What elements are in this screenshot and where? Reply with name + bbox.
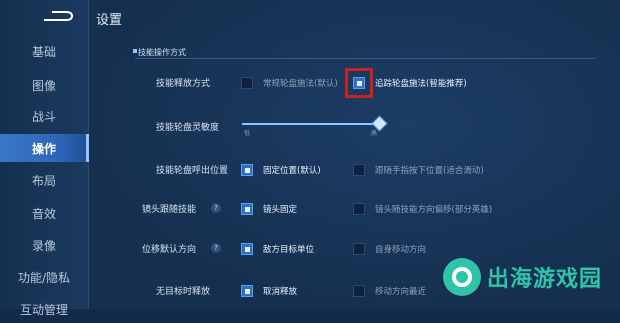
checkbox[interactable]	[353, 164, 365, 176]
sidebar-item-privacy[interactable]: 功能/隐私	[0, 263, 88, 291]
slider-min-label: 低	[244, 130, 251, 137]
checkbox-checked[interactable]	[241, 203, 253, 215]
popup-position-option-fixed[interactable]: 固定位置(默认)	[241, 163, 321, 177]
no-target-label: 无目标时释放	[156, 287, 211, 297]
slider-max-label: 高	[371, 130, 378, 137]
section-divider	[135, 58, 595, 59]
help-icon[interactable]: ?	[211, 203, 221, 213]
highlight-box	[345, 68, 373, 98]
section-title: 技能操作方式	[138, 48, 186, 57]
move-direction-option-self[interactable]: 自身移动方向	[353, 242, 426, 256]
checkbox-checked[interactable]	[241, 285, 253, 297]
help-icon[interactable]: ?	[211, 243, 221, 253]
sidebar: 基础 图像 战斗 操作 布局 音效 录像 功能/隐私 互动管理	[0, 0, 89, 317]
popup-position-label: 技能轮盘呼出位置	[156, 166, 229, 176]
back-arrow-icon[interactable]	[42, 8, 74, 24]
sidebar-item-controls[interactable]: 操作	[0, 134, 89, 162]
sidebar-item-graphics[interactable]: 图像	[0, 71, 88, 99]
sensitivity-slider-track[interactable]	[242, 123, 376, 125]
move-direction-option-enemy[interactable]: 敌方目标单位	[241, 242, 314, 256]
camera-follow-option-offset[interactable]: 镜头随技能方向偏移(部分英雄)	[353, 202, 492, 216]
release-mode-label: 技能释放方式	[156, 79, 211, 89]
release-mode-option-default[interactable]: 常规轮盘施法(默认)	[241, 76, 338, 90]
sidebar-item-sound[interactable]: 音效	[0, 199, 88, 227]
move-direction-label: 位移默认方向	[142, 245, 197, 255]
checkbox-checked[interactable]	[241, 164, 253, 176]
sidebar-item-interaction[interactable]: 互动管理	[0, 295, 88, 323]
no-target-option-nearest[interactable]: 移动方向最近	[353, 284, 426, 298]
watermark: 出海游戏园	[443, 258, 602, 296]
checkbox-checked[interactable]	[241, 243, 253, 255]
checkbox[interactable]	[353, 243, 365, 255]
popup-position-option-follow[interactable]: 跟随手指按下位置(适合滑动)	[353, 163, 484, 177]
sidebar-item-replay[interactable]: 录像	[0, 231, 88, 259]
checkbox[interactable]	[241, 77, 253, 89]
sidebar-item-combat[interactable]: 战斗	[0, 102, 88, 130]
watermark-text: 出海游戏园	[487, 267, 603, 292]
sidebar-item-layout[interactable]: 布局	[0, 166, 88, 194]
camera-follow-label: 镜头跟随技能	[142, 205, 197, 215]
section-marker	[133, 49, 137, 53]
checkbox[interactable]	[353, 203, 365, 215]
checkbox[interactable]	[353, 285, 365, 297]
page-title: 设置	[96, 13, 123, 28]
sidebar-item-basic[interactable]: 基础	[0, 37, 88, 65]
sensitivity-label: 技能轮盘灵敏度	[156, 123, 220, 133]
camera-follow-option-fixed[interactable]: 镜头固定	[241, 202, 297, 216]
no-target-option-cancel[interactable]: 取消释放	[241, 284, 297, 298]
watermark-logo-icon	[443, 258, 481, 296]
